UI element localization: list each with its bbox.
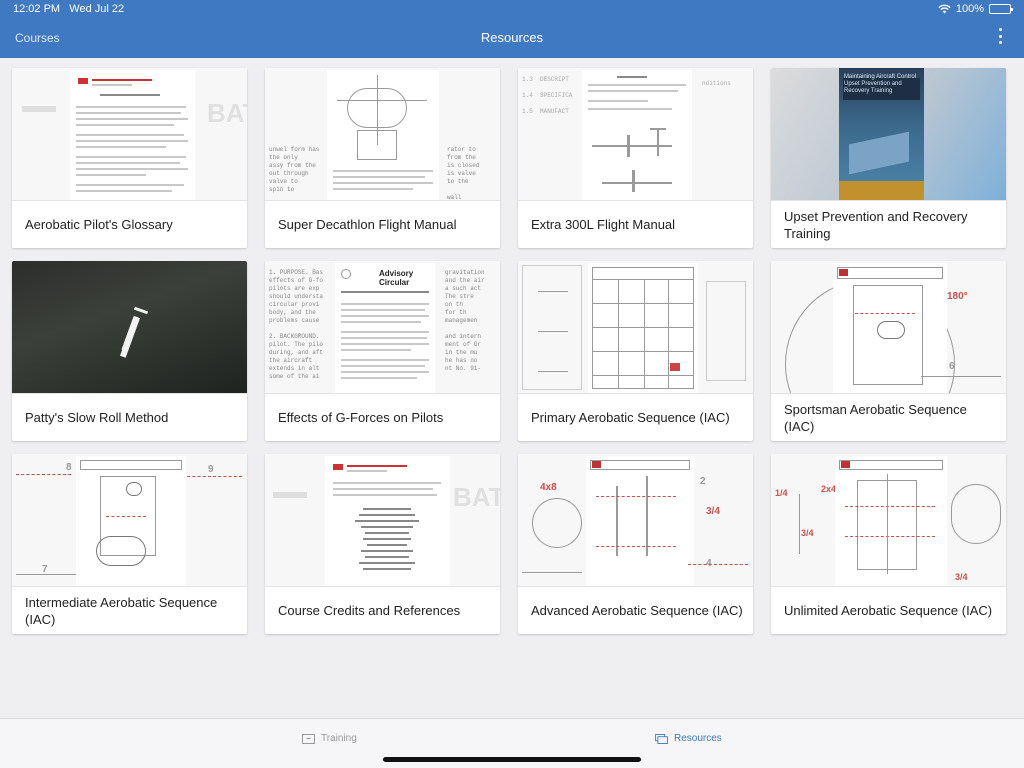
thumbnail-course-credits: BATICS (265, 454, 500, 587)
resource-card-glossary[interactable]: BATICS Aerobatic Pilot's (12, 68, 247, 248)
thumbnail-glossary: BATICS (12, 68, 247, 201)
battery-percent: 100% (955, 3, 984, 15)
thumbnail-upset-prevention: Maintaining Aircraft Control Upset Preven… (771, 68, 1006, 201)
top-bar: 12:02 PM Wed Jul 22 100% Courses Resourc… (0, 0, 1024, 58)
resource-card-primary-sequence[interactable]: Primary Aerobatic Sequence (IAC) (518, 261, 753, 441)
resource-title: Sportsman Aerobatic Sequence (IAC) (784, 401, 967, 434)
more-vertical-icon[interactable] (996, 28, 1004, 44)
resources-icon (655, 733, 668, 744)
resource-card-extra-300l[interactable]: 1.3 DESCRIPT 1.4 SPECIFICA 1.5 MANUFACT … (518, 68, 753, 248)
thumbnail-super-decathlon: unwel form has the only assy from the ou… (265, 68, 500, 201)
thumbnail-intermediate-sequence: 8 9 7 (12, 454, 247, 587)
tab-resources-label: Resources (674, 733, 722, 744)
thumbnail-slow-roll (12, 261, 247, 394)
thumbnail-extra-300l: 1.3 DESCRIPT 1.4 SPECIFICA 1.5 MANUFACT … (518, 68, 753, 201)
resource-title: Patty's Slow Roll Method (25, 410, 169, 425)
thumbnail-sportsman-sequence: 180° 6 (771, 261, 1006, 394)
resource-title: Aerobatic Pilot's Glossary (25, 217, 173, 232)
resource-card-upset-prevention[interactable]: Maintaining Aircraft Control Upset Preven… (771, 68, 1006, 248)
thumbnail-primary-sequence (518, 261, 753, 394)
home-indicator (383, 757, 641, 762)
resource-card-super-decathlon[interactable]: unwel form has the only assy from the ou… (265, 68, 500, 248)
tab-training-label: Training (321, 733, 357, 744)
resource-title: Super Decathlon Flight Manual (278, 217, 457, 232)
resources-grid: BATICS Aerobatic Pilot's (12, 68, 1012, 634)
resource-title: Primary Aerobatic Sequence (IAC) (531, 410, 730, 425)
resource-title: Extra 300L Flight Manual (531, 217, 676, 232)
resource-card-advanced-sequence[interactable]: 4x8 2 3/4 4 Advanced Aerobatic Sequence … (518, 454, 753, 634)
tab-training[interactable]: Training (302, 733, 357, 744)
resource-card-intermediate-sequence[interactable]: 8 9 7 Intermediate Aerobatic Sequence (I… (12, 454, 247, 634)
resource-card-slow-roll[interactable]: Patty's Slow Roll Method (12, 261, 247, 441)
status-time-date: 12:02 PM Wed Jul 22 (13, 3, 125, 15)
resource-card-sportsman-sequence[interactable]: 180° 6 Sportsman Aerobatic Sequence (IAC… (771, 261, 1006, 441)
tab-resources[interactable]: Resources (655, 733, 722, 744)
training-icon (302, 733, 315, 744)
status-bar: 12:02 PM Wed Jul 22 100% (0, 0, 1024, 18)
resource-card-unlimited-sequence[interactable]: 1/4 2x4 3/4 3/4 Unlimited Aerobatic Sequ… (771, 454, 1006, 634)
thumbnail-advanced-sequence: 4x8 2 3/4 4 (518, 454, 753, 587)
resource-title: Effects of G-Forces on Pilots (278, 410, 444, 425)
battery-icon (989, 4, 1013, 14)
resource-title: Course Credits and References (278, 603, 461, 618)
resource-card-g-forces[interactable]: 1. PURPOSE. Bas effects of G-fo pilots a… (265, 261, 500, 441)
status-right: 100% (938, 3, 1013, 15)
wifi-icon (938, 4, 951, 14)
resource-title: Unlimited Aerobatic Sequence (IAC) (784, 603, 993, 618)
resource-title: Advanced Aerobatic Sequence (IAC) (531, 603, 743, 618)
page-title: Resources (480, 30, 544, 45)
thumbnail-unlimited-sequence: 1/4 2x4 3/4 3/4 (771, 454, 1006, 587)
resource-card-course-credits[interactable]: BATICS Course Credits an (265, 454, 500, 634)
resource-title: Upset Prevention and Recovery Training (784, 208, 968, 241)
resource-title: Intermediate Aerobatic Sequence (IAC) (25, 594, 218, 627)
thumbnail-g-forces: 1. PURPOSE. Bas effects of G-fo pilots a… (265, 261, 500, 394)
